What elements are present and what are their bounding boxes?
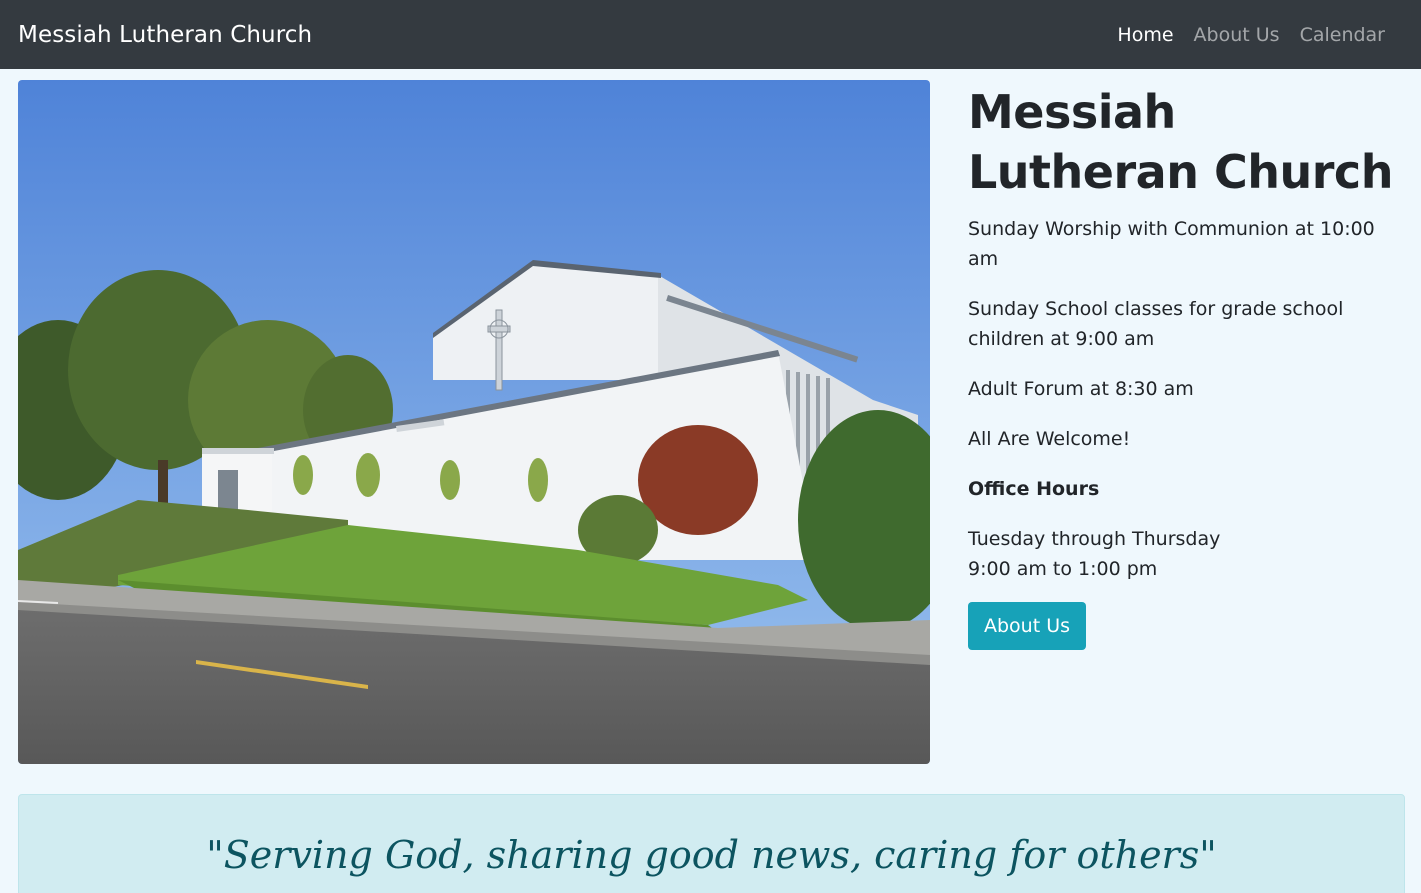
nav-link-about-us[interactable]: About Us bbox=[1184, 24, 1290, 46]
welcome-text: All Are Welcome! bbox=[968, 428, 1131, 450]
sunday-school-time: Sunday School classes for grade school c… bbox=[968, 298, 1344, 350]
adult-forum-time: Adult Forum at 8:30 am bbox=[968, 378, 1194, 400]
office-times: 9:00 am to 1:00 pm bbox=[968, 558, 1158, 580]
nav-link-home[interactable]: Home bbox=[1107, 24, 1183, 46]
office-days: Tuesday through Thursday bbox=[968, 528, 1221, 550]
office-hours-heading: Office Hours bbox=[968, 478, 1100, 500]
nav-links: Home About Us Calendar bbox=[1107, 24, 1395, 46]
navbar-brand[interactable]: Messiah Lutheran Church bbox=[18, 22, 312, 48]
church-photo bbox=[18, 80, 930, 764]
top-navbar: Messiah Lutheran Church Home About Us Ca… bbox=[0, 0, 1421, 69]
about-us-button[interactable]: About Us bbox=[968, 602, 1087, 650]
motto-text: "Serving God, sharing good news, caring … bbox=[206, 833, 1217, 877]
motto-banner: "Serving God, sharing good news, caring … bbox=[18, 794, 1405, 893]
page-title: Messiah Lutheran Church bbox=[968, 85, 1393, 199]
worship-time: Sunday Worship with Communion at 10:00 a… bbox=[968, 218, 1375, 270]
office-hours: Tuesday through Thursday 9:00 am to 1:00… bbox=[968, 524, 1408, 584]
nav-link-calendar[interactable]: Calendar bbox=[1290, 24, 1395, 46]
church-info: Messiah Lutheran Church Sunday Worship w… bbox=[968, 82, 1408, 650]
